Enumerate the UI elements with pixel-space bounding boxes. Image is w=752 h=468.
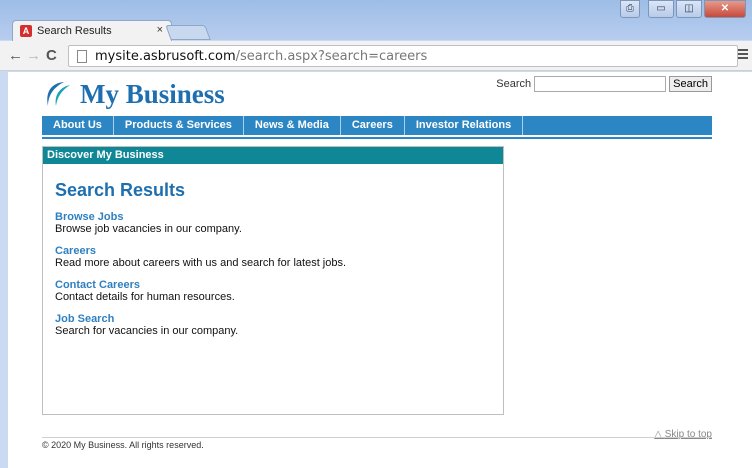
logo-swoosh-icon bbox=[47, 82, 70, 106]
search-label: Search bbox=[496, 78, 532, 90]
menu-icon[interactable] bbox=[738, 49, 748, 59]
nav-news-media[interactable]: News & Media bbox=[244, 116, 341, 135]
result-link[interactable]: Job Search bbox=[55, 313, 238, 325]
page-icon bbox=[77, 50, 87, 63]
search-input[interactable] bbox=[534, 76, 667, 92]
search-result: Contact Careers Contact details for huma… bbox=[55, 279, 235, 303]
site-search: Search Search bbox=[496, 76, 712, 92]
window-controls: ⎙ ▭ ◫ ✕ bbox=[620, 0, 746, 18]
browser-toolbar: ← → C mysite.asbrusoft.com/search.aspx?s… bbox=[0, 41, 752, 71]
result-link[interactable]: Careers bbox=[55, 245, 346, 257]
result-description: Search for vacancies in our company. bbox=[55, 325, 239, 337]
panel-title: Discover My Business bbox=[43, 147, 503, 164]
browser-window: A Search Results × ⎙ ▭ ◫ ✕ ← → C mysite.… bbox=[0, 0, 752, 468]
site-page: My Business Search Search About Us Produ… bbox=[42, 72, 712, 468]
search-button[interactable]: Search bbox=[669, 76, 712, 92]
new-tab-button[interactable] bbox=[165, 25, 211, 40]
reload-icon[interactable]: C bbox=[46, 47, 57, 64]
result-link[interactable]: Browse Jobs bbox=[55, 211, 242, 223]
search-result: Careers Read more about careers with us … bbox=[55, 245, 346, 269]
close-window-button[interactable]: ✕ bbox=[704, 0, 746, 18]
favicon-icon: A bbox=[20, 25, 32, 37]
site-logo[interactable]: My Business bbox=[42, 76, 225, 112]
result-description: Browse job vacancies in our company. bbox=[55, 223, 242, 235]
footer-divider bbox=[42, 437, 712, 438]
tab-strip: A Search Results × ⎙ ▭ ◫ ✕ bbox=[0, 0, 752, 41]
forward-arrow-icon[interactable]: → bbox=[26, 47, 41, 64]
maximize-button[interactable]: ◫ bbox=[676, 0, 702, 18]
result-description: Read more about careers with us and sear… bbox=[55, 257, 347, 269]
main-navigation: About Us Products & Services News & Medi… bbox=[42, 116, 712, 135]
url-host: mysite.asbrusoft.com bbox=[95, 49, 236, 64]
nav-investor-relations[interactable]: Investor Relations bbox=[405, 116, 524, 135]
minimize-button[interactable]: ▭ bbox=[648, 0, 674, 18]
tab-title: Search Results bbox=[37, 25, 112, 37]
page-viewport: My Business Search Search About Us Produ… bbox=[8, 72, 752, 468]
copyright-text: © 2020 My Business. All rights reserved. bbox=[42, 440, 204, 450]
address-bar[interactable]: mysite.asbrusoft.com/search.aspx?search=… bbox=[68, 45, 738, 67]
nav-products-services[interactable]: Products & Services bbox=[114, 116, 244, 135]
skip-to-top-link[interactable]: △ Skip to top bbox=[654, 429, 712, 440]
result-description: Contact details for human resources. bbox=[55, 291, 235, 303]
nav-about-us[interactable]: About Us bbox=[42, 116, 114, 135]
url-path: /search.aspx?search=careers bbox=[235, 49, 428, 64]
search-result: Browse Jobs Browse job vacancies in our … bbox=[55, 211, 242, 235]
back-arrow-icon[interactable]: ← bbox=[8, 47, 23, 64]
user-profile-icon[interactable]: ⎙ bbox=[620, 0, 640, 18]
url-text[interactable]: mysite.asbrusoft.com/search.aspx?search=… bbox=[95, 49, 427, 64]
nav-divider bbox=[42, 137, 712, 139]
skip-to-top-label: Skip to top bbox=[664, 429, 712, 440]
browser-tab[interactable]: A Search Results × bbox=[12, 20, 172, 41]
page-title: Search Results bbox=[55, 180, 186, 200]
nav-careers[interactable]: Careers bbox=[341, 116, 405, 135]
result-link[interactable]: Contact Careers bbox=[55, 279, 235, 291]
tab-close-icon[interactable]: × bbox=[157, 24, 163, 36]
content-panel: Discover My Business Search Results Brow… bbox=[42, 146, 504, 415]
search-result: Job Search Search for vacancies in our c… bbox=[55, 313, 238, 337]
logo-text: My Business bbox=[80, 78, 225, 109]
